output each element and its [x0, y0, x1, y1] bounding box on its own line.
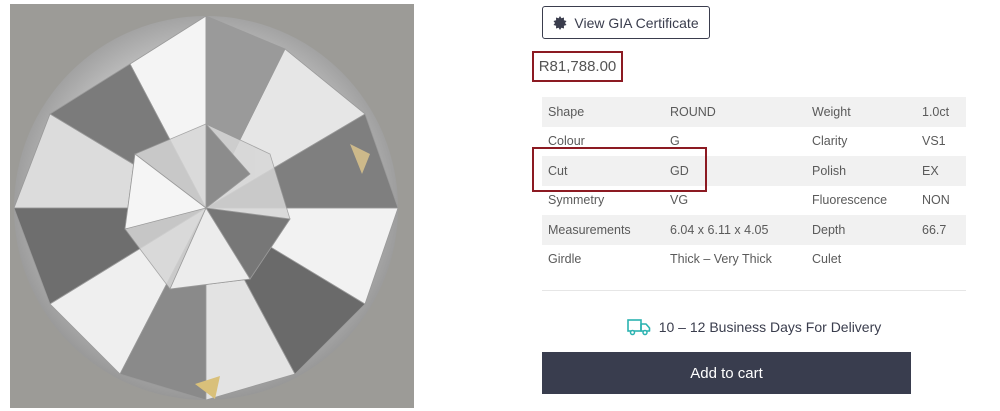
gia-seal-icon [553, 15, 567, 30]
spec-key: Girdle [548, 252, 582, 267]
specs-row: Colour G Clarity VS1 [542, 127, 966, 157]
wishlist-peek[interactable] [542, 404, 662, 411]
spec-value: 66.7 [922, 222, 947, 237]
spec-value: ROUND [670, 104, 716, 119]
specs-table: Shape ROUND Weight 1.0ct Colour G Clarit… [542, 97, 966, 274]
product-image[interactable] [10, 4, 414, 408]
specs-row: Girdle Thick – Very Thick Culet [542, 245, 966, 275]
spec-key: Weight [812, 104, 851, 119]
spec-key: Colour [548, 134, 585, 149]
view-certificate-label: View GIA Certificate [574, 14, 699, 31]
delivery-info: 10 – 12 Business Days For Delivery [542, 316, 966, 338]
spec-value: EX [922, 163, 939, 178]
spec-value: 6.04 x 6.11 x 4.05 [670, 222, 769, 237]
product-details: View GIA Certificate R81,788.00 Shape RO… [532, 0, 966, 411]
add-to-cart-button[interactable]: Add to cart [542, 352, 911, 394]
diamond-image [10, 4, 414, 408]
spec-value: 1.0ct [922, 104, 950, 119]
spec-value: GD [670, 163, 689, 178]
specs-row: Measurements 6.04 x 6.11 x 4.05 Depth 66… [542, 215, 966, 245]
specs-row: Symmetry VG Fluorescence NON [542, 186, 966, 216]
price-highlight: R81,788.00 [532, 51, 623, 82]
spec-key: Fluorescence [812, 193, 888, 208]
spec-key: Culet [812, 252, 842, 267]
add-to-cart-label: Add to cart [690, 364, 763, 382]
divider [542, 290, 966, 291]
specs-row: Cut GD Polish EX [542, 156, 966, 186]
spec-key: Shape [548, 104, 585, 119]
specs-row: Shape ROUND Weight 1.0ct [542, 97, 966, 127]
spec-key: Symmetry [548, 193, 605, 208]
spec-value: G [670, 134, 680, 149]
view-certificate-button[interactable]: View GIA Certificate [542, 6, 710, 39]
price: R81,788.00 [538, 58, 617, 75]
spec-key: Depth [812, 222, 846, 237]
delivery-text: 10 – 12 Business Days For Delivery [658, 319, 882, 335]
spec-value: VG [670, 193, 689, 208]
spec-key: Polish [812, 163, 847, 178]
truck-icon [626, 319, 651, 336]
spec-key: Cut [548, 163, 568, 178]
spec-value: Thick – Very Thick [670, 252, 772, 267]
spec-value: VS1 [922, 134, 946, 149]
spec-value: NON [922, 193, 950, 208]
spec-key: Clarity [812, 134, 848, 149]
spec-key: Measurements [548, 222, 631, 237]
